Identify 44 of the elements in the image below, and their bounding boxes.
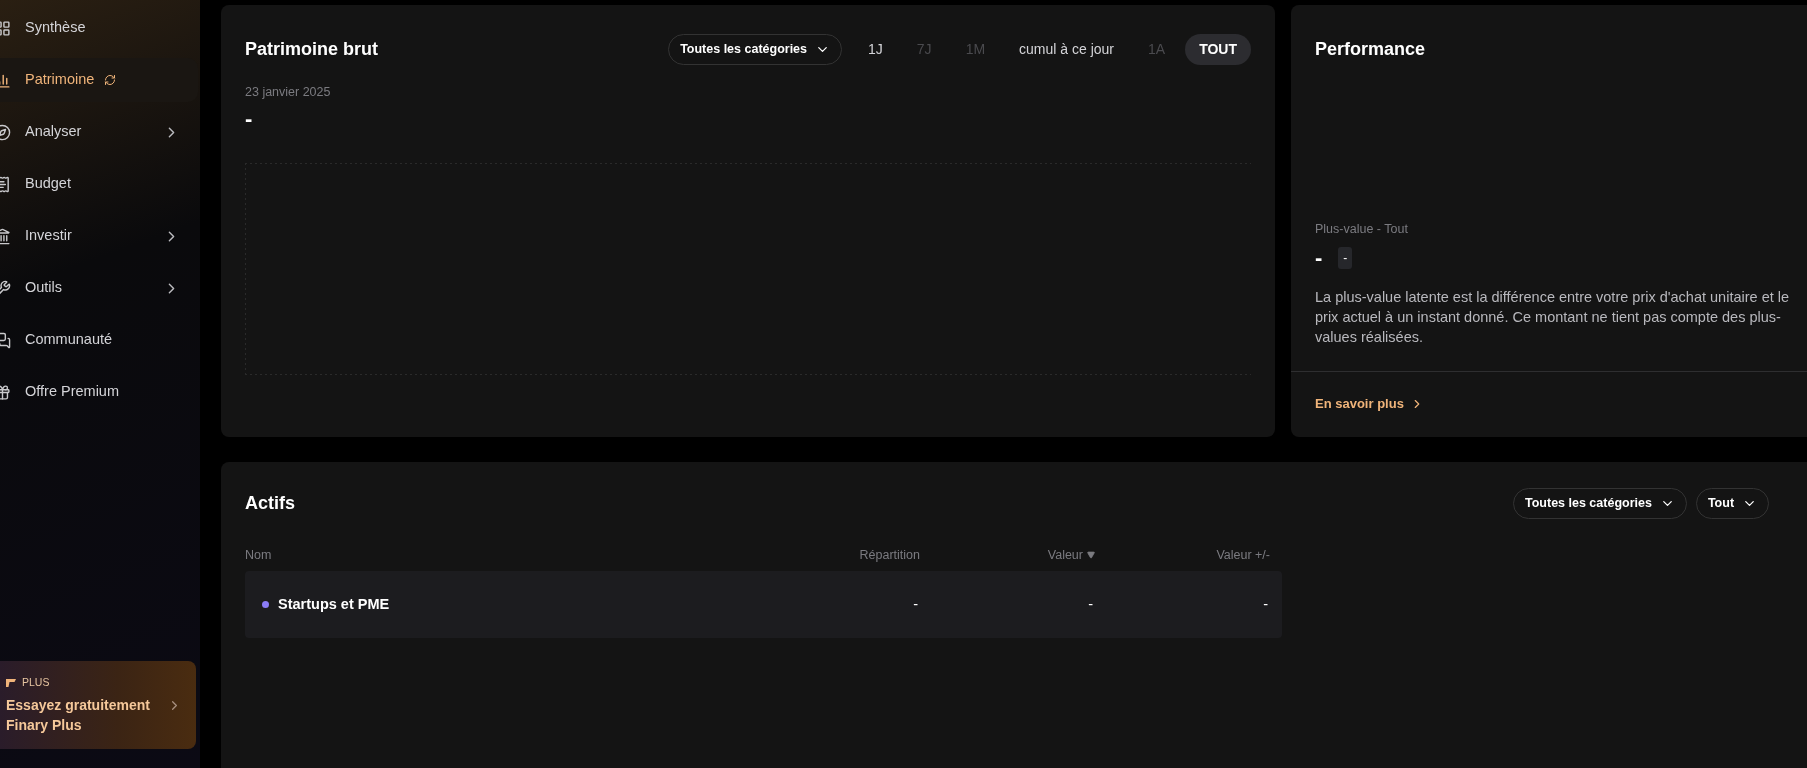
- sidebar-item[interactable]: Offre Premium: [0, 370, 198, 414]
- column-header[interactable]: Répartition: [800, 545, 920, 565]
- sidebar-item[interactable]: Synthèse: [0, 6, 198, 50]
- net-worth-value: -: [245, 105, 253, 131]
- promo-card[interactable]: PLUS Essayez gratuitement Finary Plus: [0, 661, 196, 749]
- logo-icon: [6, 679, 16, 687]
- sidebar-item-label: Patrimoine: [25, 70, 95, 90]
- column-header[interactable]: Nom: [245, 545, 800, 565]
- change-cell-text: -: [1262, 594, 1268, 614]
- promo-title: Essayez gratuitement Finary Plus: [6, 695, 151, 735]
- date-label: 23 janvier 2025: [245, 84, 332, 101]
- period-tab[interactable]: cumul à ce jour: [1005, 34, 1128, 65]
- sidebar-item-label: Communauté: [25, 330, 113, 350]
- gain-description: La plus-value latente est la différence entre votre prix d'achat unitaire et le prix actuel à un instant donné. Ce montant ne tient pas compte des plus-values réalisées.: [1315, 288, 1791, 347]
- learn-more-link[interactable]: En savoir plus: [1315, 394, 1424, 414]
- card-title: Performance: [1315, 38, 1427, 61]
- value-cell-text: -: [1087, 594, 1093, 614]
- period-tab[interactable]: 1J: [854, 34, 897, 65]
- sidebar-item-label: Budget: [25, 174, 71, 194]
- sort-caret-icon: [1087, 551, 1095, 559]
- asset-row[interactable]: Startups et PME - - -: [245, 571, 1282, 638]
- card-title: Patrimoine brut: [245, 38, 378, 61]
- sidebar-item[interactable]: Patrimoine: [0, 58, 198, 102]
- change-badge: -: [1338, 247, 1353, 269]
- plus-label: PLUS: [22, 675, 50, 691]
- sidebar-item-label: Investir: [25, 226, 72, 246]
- sidebar-item[interactable]: Analyser: [0, 110, 198, 154]
- sidebar-item-label: Offre Premium: [25, 382, 119, 402]
- sidebar-item-label: Analyser: [25, 122, 82, 142]
- sidebar-item[interactable]: Communauté: [0, 318, 198, 362]
- sidebar-item[interactable]: Investir: [0, 214, 198, 258]
- sidebar-item[interactable]: Outils: [0, 266, 198, 310]
- gain-label: Plus-value - Tout: [1315, 221, 1409, 239]
- period-tab[interactable]: TOUT: [1185, 34, 1251, 65]
- asset-name: Startups et PME: [278, 594, 391, 614]
- sidebar-item[interactable]: Budget: [0, 162, 198, 206]
- column-header[interactable]: Valeur: [920, 545, 1095, 565]
- gain-value: -: [1315, 247, 1323, 269]
- sidebar-item-label: Outils: [25, 278, 63, 298]
- refresh-icon: [104, 74, 117, 86]
- sidebar-item-label: Synthèse: [25, 18, 86, 38]
- column-header[interactable]: Valeur +/-: [1095, 545, 1270, 565]
- share-cell-text: -: [912, 594, 918, 614]
- card-title: Actifs: [245, 492, 295, 515]
